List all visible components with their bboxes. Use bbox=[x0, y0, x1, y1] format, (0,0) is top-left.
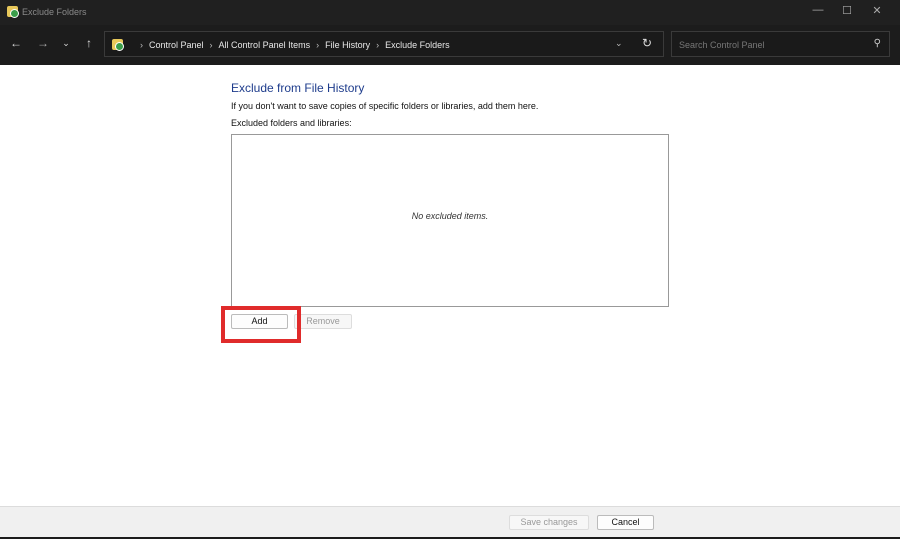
breadcrumb-separator: › bbox=[140, 40, 143, 50]
control-panel-icon bbox=[112, 39, 124, 51]
close-button[interactable]: ✕ bbox=[867, 4, 887, 17]
title-bar: Exclude Folders — ☐ ✕ bbox=[0, 0, 900, 25]
breadcrumb-separator: › bbox=[376, 40, 380, 50]
list-label: Excluded folders and libraries: bbox=[231, 118, 352, 128]
breadcrumb-separator: › bbox=[209, 40, 213, 50]
breadcrumb-file-history[interactable]: File History bbox=[325, 40, 370, 50]
refresh-icon[interactable]: ↻ bbox=[642, 36, 652, 50]
back-arrow-icon[interactable]: ← bbox=[8, 36, 24, 50]
highlight-box bbox=[221, 306, 301, 343]
breadcrumb-separator: › bbox=[316, 40, 320, 50]
excluded-items-list[interactable]: No excluded items. bbox=[231, 134, 669, 307]
breadcrumb-exclude-folders[interactable]: Exclude Folders bbox=[385, 40, 450, 50]
file-history-app-icon bbox=[7, 6, 19, 18]
search-input[interactable]: Search Control Panel ⚲ bbox=[671, 31, 890, 57]
description-text: If you don't want to save copies of spec… bbox=[231, 101, 539, 111]
footer: Save changes Cancel bbox=[0, 506, 900, 537]
minimize-button[interactable]: — bbox=[808, 4, 828, 16]
main-content: Exclude from File History If you don't w… bbox=[0, 65, 900, 506]
forward-arrow-icon[interactable]: → bbox=[35, 36, 51, 50]
maximize-button[interactable]: ☐ bbox=[837, 4, 857, 17]
search-placeholder: Search Control Panel bbox=[679, 40, 765, 50]
cancel-button[interactable]: Cancel bbox=[597, 515, 654, 530]
search-icon[interactable]: ⚲ bbox=[874, 38, 881, 49]
remove-button[interactable]: Remove bbox=[294, 314, 352, 329]
breadcrumb-all-items[interactable]: All Control Panel Items bbox=[219, 40, 311, 50]
address-bar[interactable]: › Control Panel › All Control Panel Item… bbox=[104, 31, 664, 57]
recent-locations-chevron-icon[interactable]: ⌄ bbox=[58, 38, 74, 49]
empty-list-text: No excluded items. bbox=[411, 211, 489, 221]
save-changes-button[interactable]: Save changes bbox=[509, 515, 589, 530]
address-dropdown-chevron-icon[interactable]: ⌄ bbox=[615, 38, 623, 49]
page-title: Exclude from File History bbox=[231, 81, 365, 95]
breadcrumb-control-panel[interactable]: Control Panel bbox=[149, 40, 204, 50]
navigation-bar: ← → ⌄ ↑ › Control Panel › All Control Pa… bbox=[0, 25, 900, 65]
up-arrow-icon[interactable]: ↑ bbox=[81, 36, 97, 50]
window-title: Exclude Folders bbox=[22, 7, 87, 17]
